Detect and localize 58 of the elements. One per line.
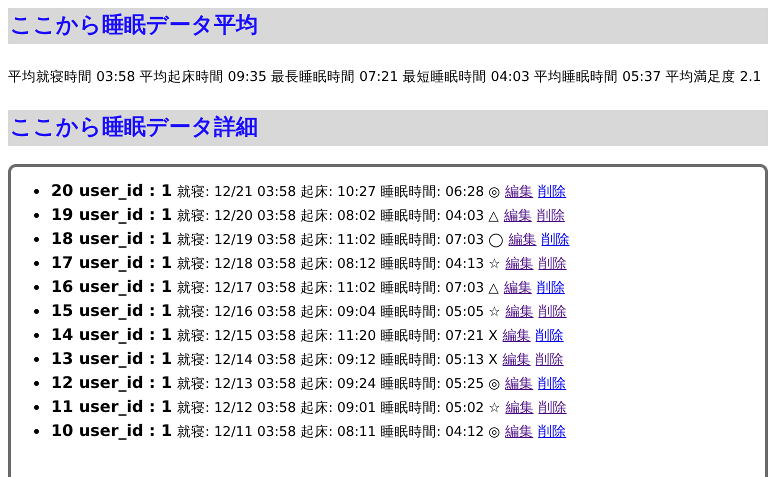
delete-link[interactable]: 削除 <box>538 180 566 204</box>
bullet-icon <box>34 284 39 290</box>
record-details: 就寝: 12/21 03:58 起床: 10:27 睡眠時間: 06:28 ◎ <box>177 183 500 202</box>
record-title: 10 user_id : 1 <box>51 420 172 442</box>
bullet-icon <box>34 236 39 242</box>
record-title: 15 user_id : 1 <box>51 300 172 322</box>
average-summary-text: 平均就寝時間 03:58 平均起床時間 09:35 最長睡眠時間 07:21 最短睡眠時間 04:03 平均睡眠時間 05:37 平均満足度 2.1 <box>8 68 762 87</box>
section-heading: ここから睡眠データ詳細 <box>8 110 768 146</box>
bullet-icon <box>34 404 39 410</box>
record-title: 14 user_id : 1 <box>51 324 172 346</box>
bullet-icon <box>34 308 39 314</box>
record-details: 就寝: 12/20 03:58 起床: 08:02 睡眠時間: 04:03 △ <box>177 207 499 226</box>
record-details: 就寝: 12/13 03:58 起床: 09:24 睡眠時間: 05:25 ◎ <box>177 375 500 394</box>
section-heading: ここから睡眠データ平均 <box>8 8 768 44</box>
delete-link[interactable]: 削除 <box>536 348 564 372</box>
record-details: 就寝: 12/15 03:58 起床: 11:20 睡眠時間: 07:21 X <box>177 327 498 346</box>
record-details: 就寝: 12/12 03:58 起床: 09:01 睡眠時間: 05:02 ☆ <box>177 399 501 418</box>
edit-link[interactable]: 編集 <box>505 372 534 396</box>
delete-link[interactable]: 削除 <box>538 396 567 420</box>
record-title: 12 user_id : 1 <box>51 372 172 394</box>
record-title: 19 user_id : 1 <box>51 204 172 226</box>
edit-link[interactable]: 編集 <box>508 228 537 252</box>
delete-link[interactable]: 削除 <box>538 420 566 444</box>
record-details: 就寝: 12/16 03:58 起床: 09:04 睡眠時間: 05:05 ☆ <box>177 303 501 322</box>
delete-link[interactable]: 削除 <box>538 372 566 396</box>
record-details: 就寝: 12/19 03:58 起床: 11:02 睡眠時間: 07:03 ◯ <box>177 231 504 250</box>
bullet-icon <box>34 428 39 434</box>
bullet-icon <box>34 356 39 362</box>
delete-link[interactable]: 削除 <box>536 324 564 348</box>
delete-link[interactable]: 削除 <box>538 300 567 324</box>
delete-link[interactable]: 削除 <box>542 228 570 252</box>
bullet-icon <box>34 380 39 386</box>
edit-link[interactable]: 編集 <box>502 348 531 372</box>
record-title: 11 user_id : 1 <box>51 396 172 418</box>
bullet-icon <box>34 188 39 194</box>
edit-link[interactable]: 編集 <box>504 276 532 300</box>
record-details: 就寝: 12/14 03:58 起床: 09:12 睡眠時間: 05:13 X <box>177 351 498 370</box>
edit-link[interactable]: 編集 <box>505 420 534 444</box>
edit-link[interactable]: 編集 <box>506 252 534 276</box>
record-title: 18 user_id : 1 <box>51 228 172 250</box>
record-title: 13 user_id : 1 <box>51 348 172 370</box>
edit-link[interactable]: 編集 <box>505 180 534 204</box>
bullet-icon <box>34 332 39 338</box>
edit-link[interactable]: 編集 <box>506 396 534 420</box>
delete-link[interactable]: 削除 <box>538 252 567 276</box>
record-title: 20 user_id : 1 <box>51 180 172 202</box>
edit-link[interactable]: 編集 <box>502 324 531 348</box>
bullet-icon <box>34 260 39 266</box>
record-title: 17 user_id : 1 <box>51 252 172 274</box>
record-details: 就寝: 12/18 03:58 起床: 08:12 睡眠時間: 04:13 ☆ <box>177 255 501 274</box>
record-details: 就寝: 12/11 03:58 起床: 08:11 睡眠時間: 04:12 ◎ <box>177 423 500 442</box>
delete-link[interactable]: 削除 <box>536 276 565 300</box>
bullet-icon <box>34 212 39 218</box>
record-details: 就寝: 12/17 03:58 起床: 11:02 睡眠時間: 07:03 △ <box>177 279 499 298</box>
delete-link[interactable]: 削除 <box>536 204 565 228</box>
edit-link[interactable]: 編集 <box>504 204 532 228</box>
record-title: 16 user_id : 1 <box>51 276 172 298</box>
edit-link[interactable]: 編集 <box>506 300 534 324</box>
